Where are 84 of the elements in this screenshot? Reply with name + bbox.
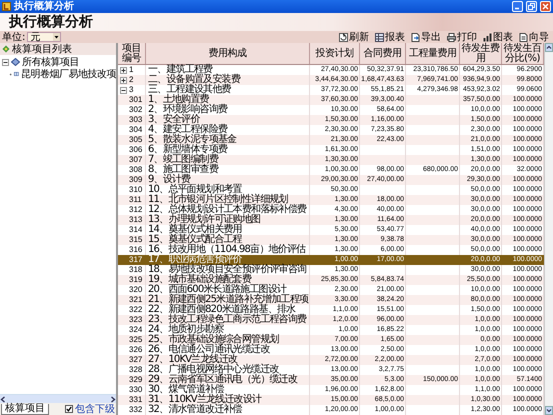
- document-icon: [519, 32, 528, 42]
- table-cell-text: 307: [128, 155, 142, 165]
- scroll-left-icon[interactable]: [0, 396, 6, 402]
- toolbar-button[interactable]: 向导: [517, 32, 551, 42]
- table-cell-text: 321: [128, 295, 142, 305]
- table-cell: 1: [129, 65, 134, 75]
- table-cell-text: 313: [128, 215, 142, 225]
- table-cell-text: 327: [128, 355, 142, 365]
- table-cell: 3: [129, 85, 134, 95]
- tree-item[interactable]: 所有核算项目: [0, 56, 116, 68]
- table-cell-text: 319: [128, 275, 142, 285]
- toolbar-button[interactable]: 打印: [445, 32, 479, 42]
- table-cell-text: 325: [128, 335, 142, 345]
- table-cell-text: 312: [128, 205, 142, 215]
- table-cell-text: 332: [128, 405, 142, 415]
- refresh-icon: [339, 32, 348, 42]
- tree-item[interactable]: 昆明卷烟厂易地技改项: [0, 68, 116, 80]
- export-icon: [411, 32, 420, 42]
- unit-dropdown[interactable]: 元: [27, 32, 62, 42]
- table-cell-text: 317: [128, 255, 142, 265]
- app-icon: [2, 2, 11, 11]
- column-header[interactable]: 投资计划: [310, 43, 360, 64]
- toolbar-button[interactable]: 报表: [373, 32, 407, 42]
- expand-icon[interactable]: [120, 76, 127, 84]
- restore-icon: [528, 3, 535, 10]
- table-cell-text: 331: [128, 395, 142, 405]
- table-cell-text: 311: [128, 195, 142, 205]
- table-cell: 2: [129, 75, 134, 85]
- table-cell-text: 330: [128, 385, 142, 395]
- unit-label: 单位:: [2, 32, 26, 42]
- table-cell-text: 308: [128, 165, 142, 175]
- table-cell-text: 315: [128, 235, 142, 245]
- tree-icon: [2, 45, 10, 53]
- table-cell-text: 306: [128, 145, 142, 155]
- table-cell: 32、清水管道改迁补偿: [146, 405, 310, 415]
- collapse-icon[interactable]: [120, 86, 127, 94]
- caret-icon[interactable]: [53, 33, 60, 41]
- toolbar-button[interactable]: 图表: [481, 32, 515, 42]
- scroll-down-icon[interactable]: [545, 406, 553, 415]
- toolbar-button[interactable]: 刷新: [337, 32, 371, 42]
- scroll-up-icon[interactable]: [545, 43, 553, 52]
- table-cell-text: 320: [128, 285, 142, 295]
- table-cell-text: 329: [128, 375, 142, 385]
- toolbar-button[interactable]: 导出: [409, 32, 443, 42]
- table-cell-text: 302: [128, 105, 142, 115]
- collapse-icon[interactable]: [2, 58, 9, 66]
- diamond-icon: [11, 58, 20, 66]
- table-cell-text: 305: [128, 135, 142, 145]
- scroll-right-icon[interactable]: [110, 396, 116, 402]
- include-subitems-checkbox[interactable]: 包含下级: [65, 404, 115, 414]
- table-icon: [375, 32, 384, 42]
- table-cell-text: 323: [128, 315, 142, 325]
- table-cell-text: 310: [128, 185, 142, 195]
- table-cell-text: 301: [128, 95, 142, 105]
- table-cell-text: 316: [128, 245, 142, 255]
- bar-chart-icon: [483, 32, 492, 42]
- panel-tab[interactable]: 核算项目: [1, 404, 49, 414]
- column-header[interactable]: 待发生费用: [460, 43, 502, 64]
- table-cell-text: 304: [128, 125, 142, 135]
- table-cell-text: 324: [128, 325, 142, 335]
- close-icon: [542, 3, 549, 10]
- horizontal-scrollbar[interactable]: [0, 394, 116, 403]
- panel-title: 核算项目列表: [12, 44, 72, 54]
- column-header[interactable]: 工程量费用: [406, 43, 460, 64]
- vertical-scrollbar[interactable]: [544, 43, 553, 415]
- table-cell-text: 303: [128, 115, 142, 125]
- printer-icon: [447, 32, 456, 42]
- column-header[interactable]: 费用构成: [146, 43, 310, 64]
- close-button[interactable]: [540, 1, 551, 12]
- page-title: 执行概算分析: [9, 14, 93, 30]
- table-cell-text: 309: [128, 175, 142, 185]
- minimize-button[interactable]: [512, 1, 523, 12]
- restore-button[interactable]: [526, 1, 537, 12]
- book-icon: [14, 70, 19, 78]
- window-title: 执行概算分析: [14, 0, 75, 12]
- table-cell-text: 328: [128, 365, 142, 375]
- check-icon: [66, 406, 72, 412]
- column-header[interactable]: 项目编号: [118, 43, 146, 64]
- column-header[interactable]: 合同费用: [360, 43, 406, 64]
- table-cell-text: 326: [128, 345, 142, 355]
- table-cell-text: 322: [128, 305, 142, 315]
- table-cell-text: 314: [128, 225, 142, 235]
- expand-icon[interactable]: [120, 66, 127, 74]
- table-cell-text: 318: [128, 265, 142, 275]
